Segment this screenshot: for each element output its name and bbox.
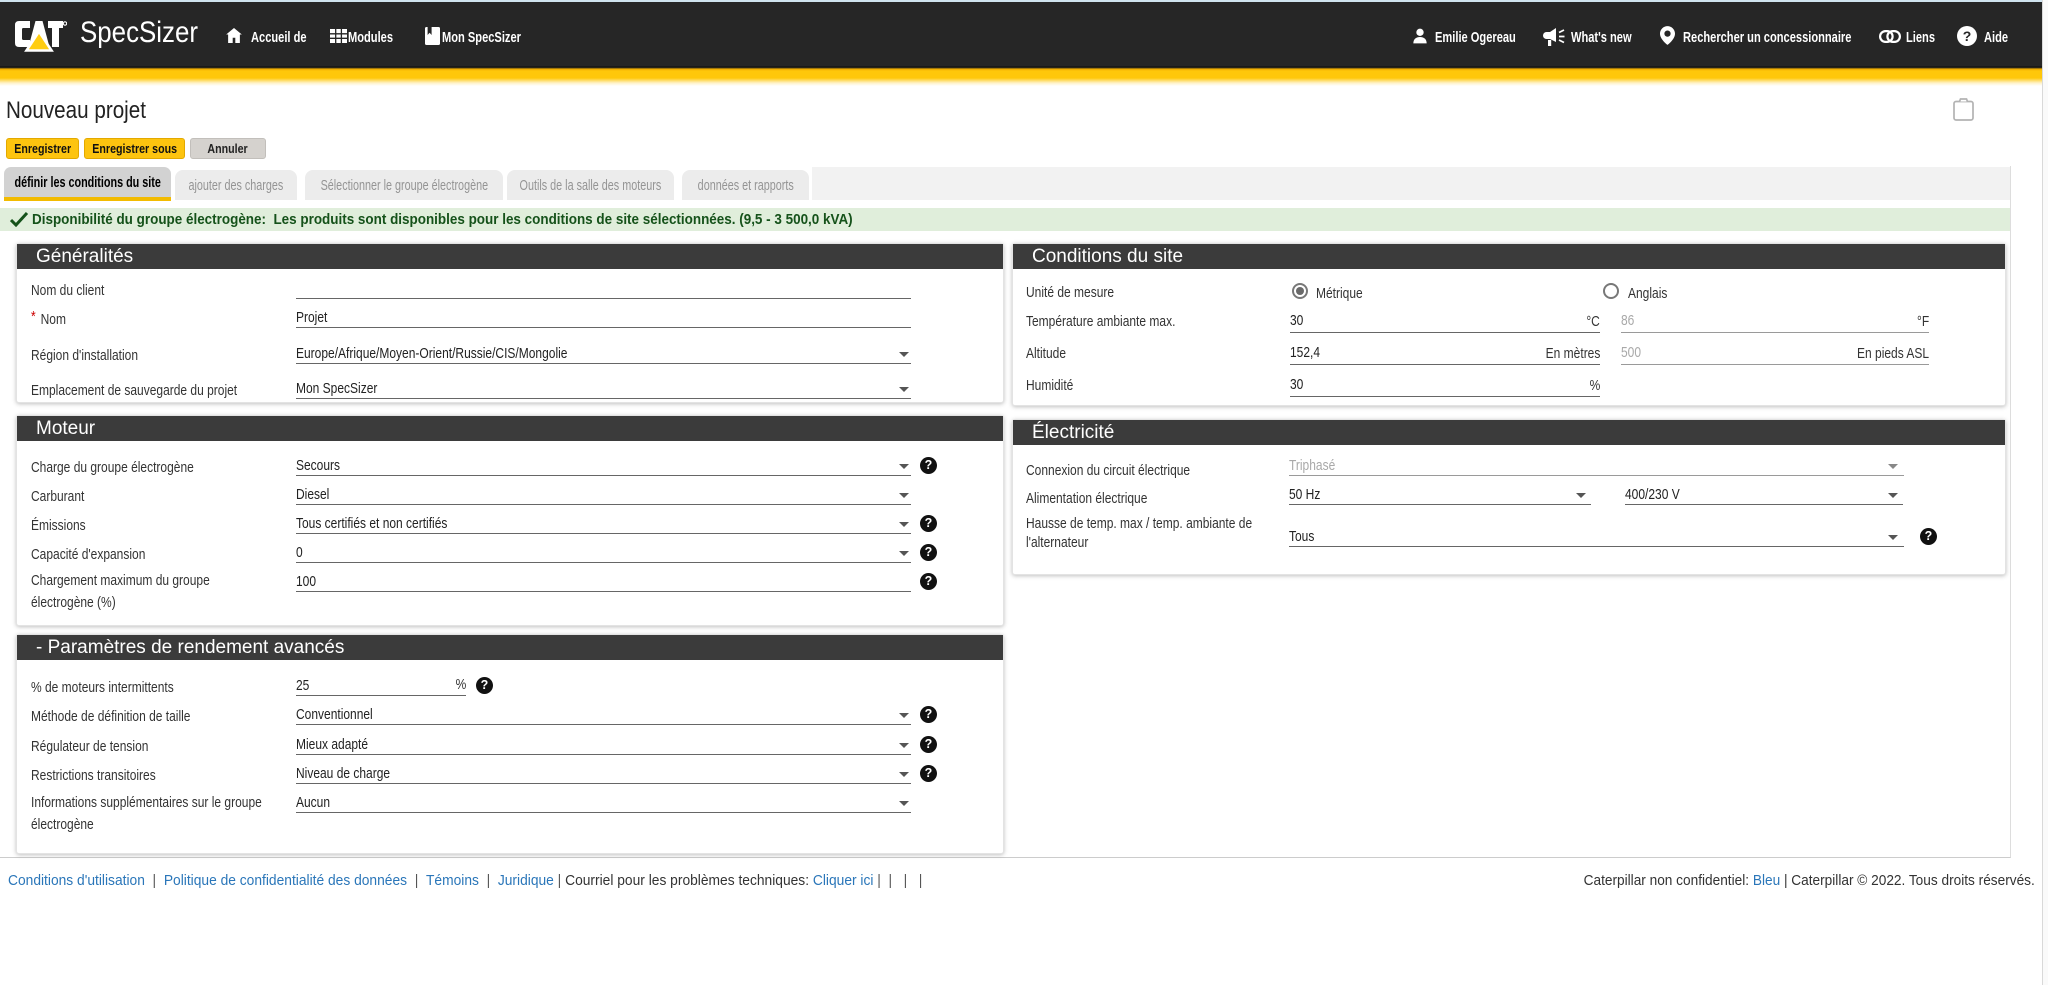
svg-text:?: ? (1963, 28, 1972, 44)
